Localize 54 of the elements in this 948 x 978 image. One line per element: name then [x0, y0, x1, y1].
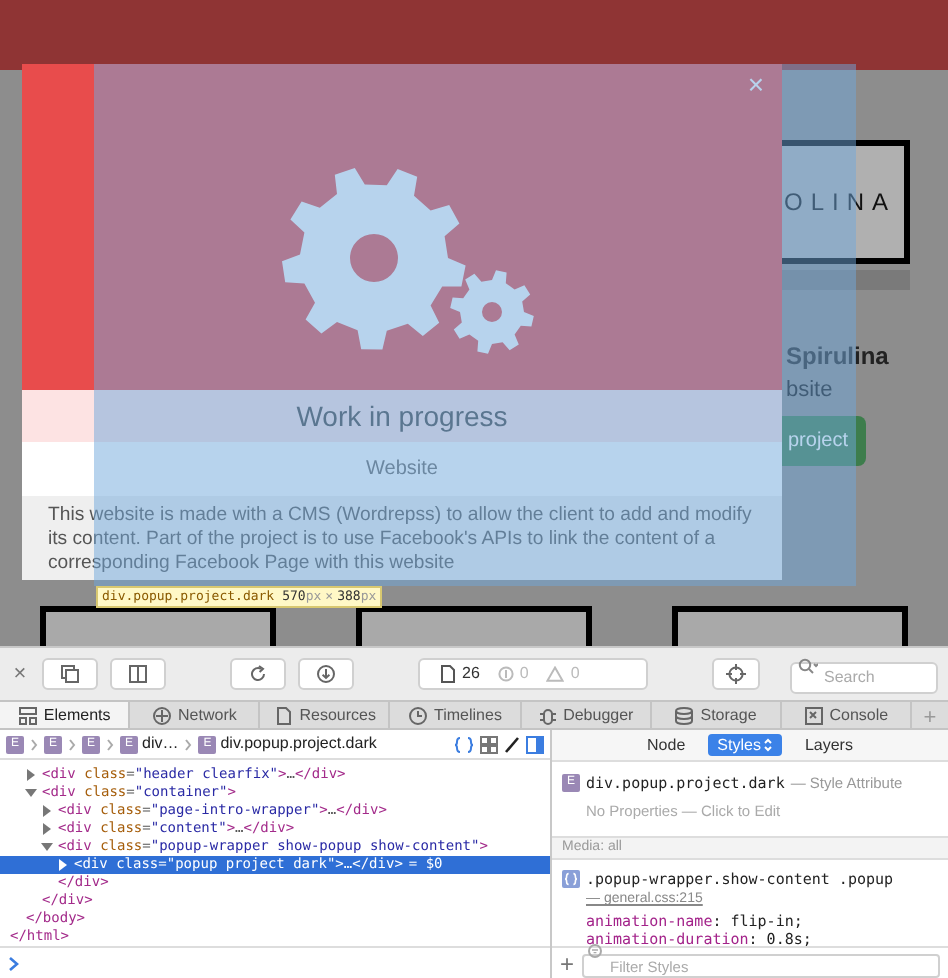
popup-subtitle: Website: [366, 456, 438, 484]
document-icon: [440, 664, 456, 684]
panel-icon: [128, 664, 148, 684]
chevron-icon: [106, 737, 114, 751]
bug-icon: [537, 705, 558, 725]
prompt-icon: [8, 955, 20, 971]
reload-button[interactable]: [230, 658, 286, 690]
reload-icon: [248, 664, 268, 684]
logo-text: OLINA: [783, 186, 896, 220]
error-icon: [497, 666, 514, 682]
project-type: bsite: [786, 376, 833, 406]
close-button[interactable]: ×: [10, 657, 30, 691]
add-rule-button[interactable]: +: [560, 951, 575, 975]
search-icon: [798, 658, 818, 674]
crosshair-icon: [726, 664, 746, 684]
globe-icon: [152, 705, 173, 725]
devtools-tab[interactable]: Elements: [0, 702, 131, 728]
resource-count: 26: [462, 662, 480, 686]
sidebar-tab[interactable]: Node: [637, 734, 696, 756]
clock-icon: [408, 705, 429, 725]
download-button[interactable]: [298, 658, 354, 690]
project-title: Spirulina: [786, 340, 889, 374]
elements-icon: [17, 705, 38, 725]
sidebar-tab[interactable]: Layers: [794, 734, 863, 756]
expanded-triangle-icon[interactable]: [24, 786, 38, 800]
collapsed-triangle-icon[interactable]: [56, 858, 70, 872]
grid-icon: [480, 735, 498, 753]
popup-title: Work in progress: [296, 397, 508, 436]
windows-icon: [60, 664, 80, 684]
braces-icon: [454, 735, 474, 753]
inspect-button[interactable]: [712, 658, 760, 690]
document-icon: [273, 705, 294, 725]
collapsed-triangle-icon[interactable]: [24, 768, 38, 782]
undock-button[interactable]: [42, 658, 98, 690]
filter-icon: [588, 944, 603, 958]
updown-icon: [764, 738, 773, 752]
collapsed-triangle-icon[interactable]: [40, 804, 54, 818]
sidebar-icon: [526, 735, 544, 753]
warning-icon: [546, 666, 565, 682]
braces-badge-icon: [562, 870, 580, 889]
pencil-icon: [504, 735, 520, 753]
collapsed-triangle-icon[interactable]: [40, 822, 54, 836]
console-icon: [803, 705, 824, 725]
chevron-icon: [30, 737, 38, 751]
search-field[interactable]: Search: [790, 661, 938, 693]
download-icon: [316, 664, 336, 684]
sidebar-tab[interactable]: Styles: [707, 734, 783, 756]
chevron-icon: [184, 737, 193, 751]
database-icon: [674, 705, 695, 725]
warning-count: 0: [570, 662, 580, 686]
chevron-icon: [68, 737, 76, 751]
split-view-button[interactable]: [110, 658, 166, 690]
error-count: 0: [519, 662, 529, 686]
expanded-triangle-icon[interactable]: [40, 840, 54, 854]
